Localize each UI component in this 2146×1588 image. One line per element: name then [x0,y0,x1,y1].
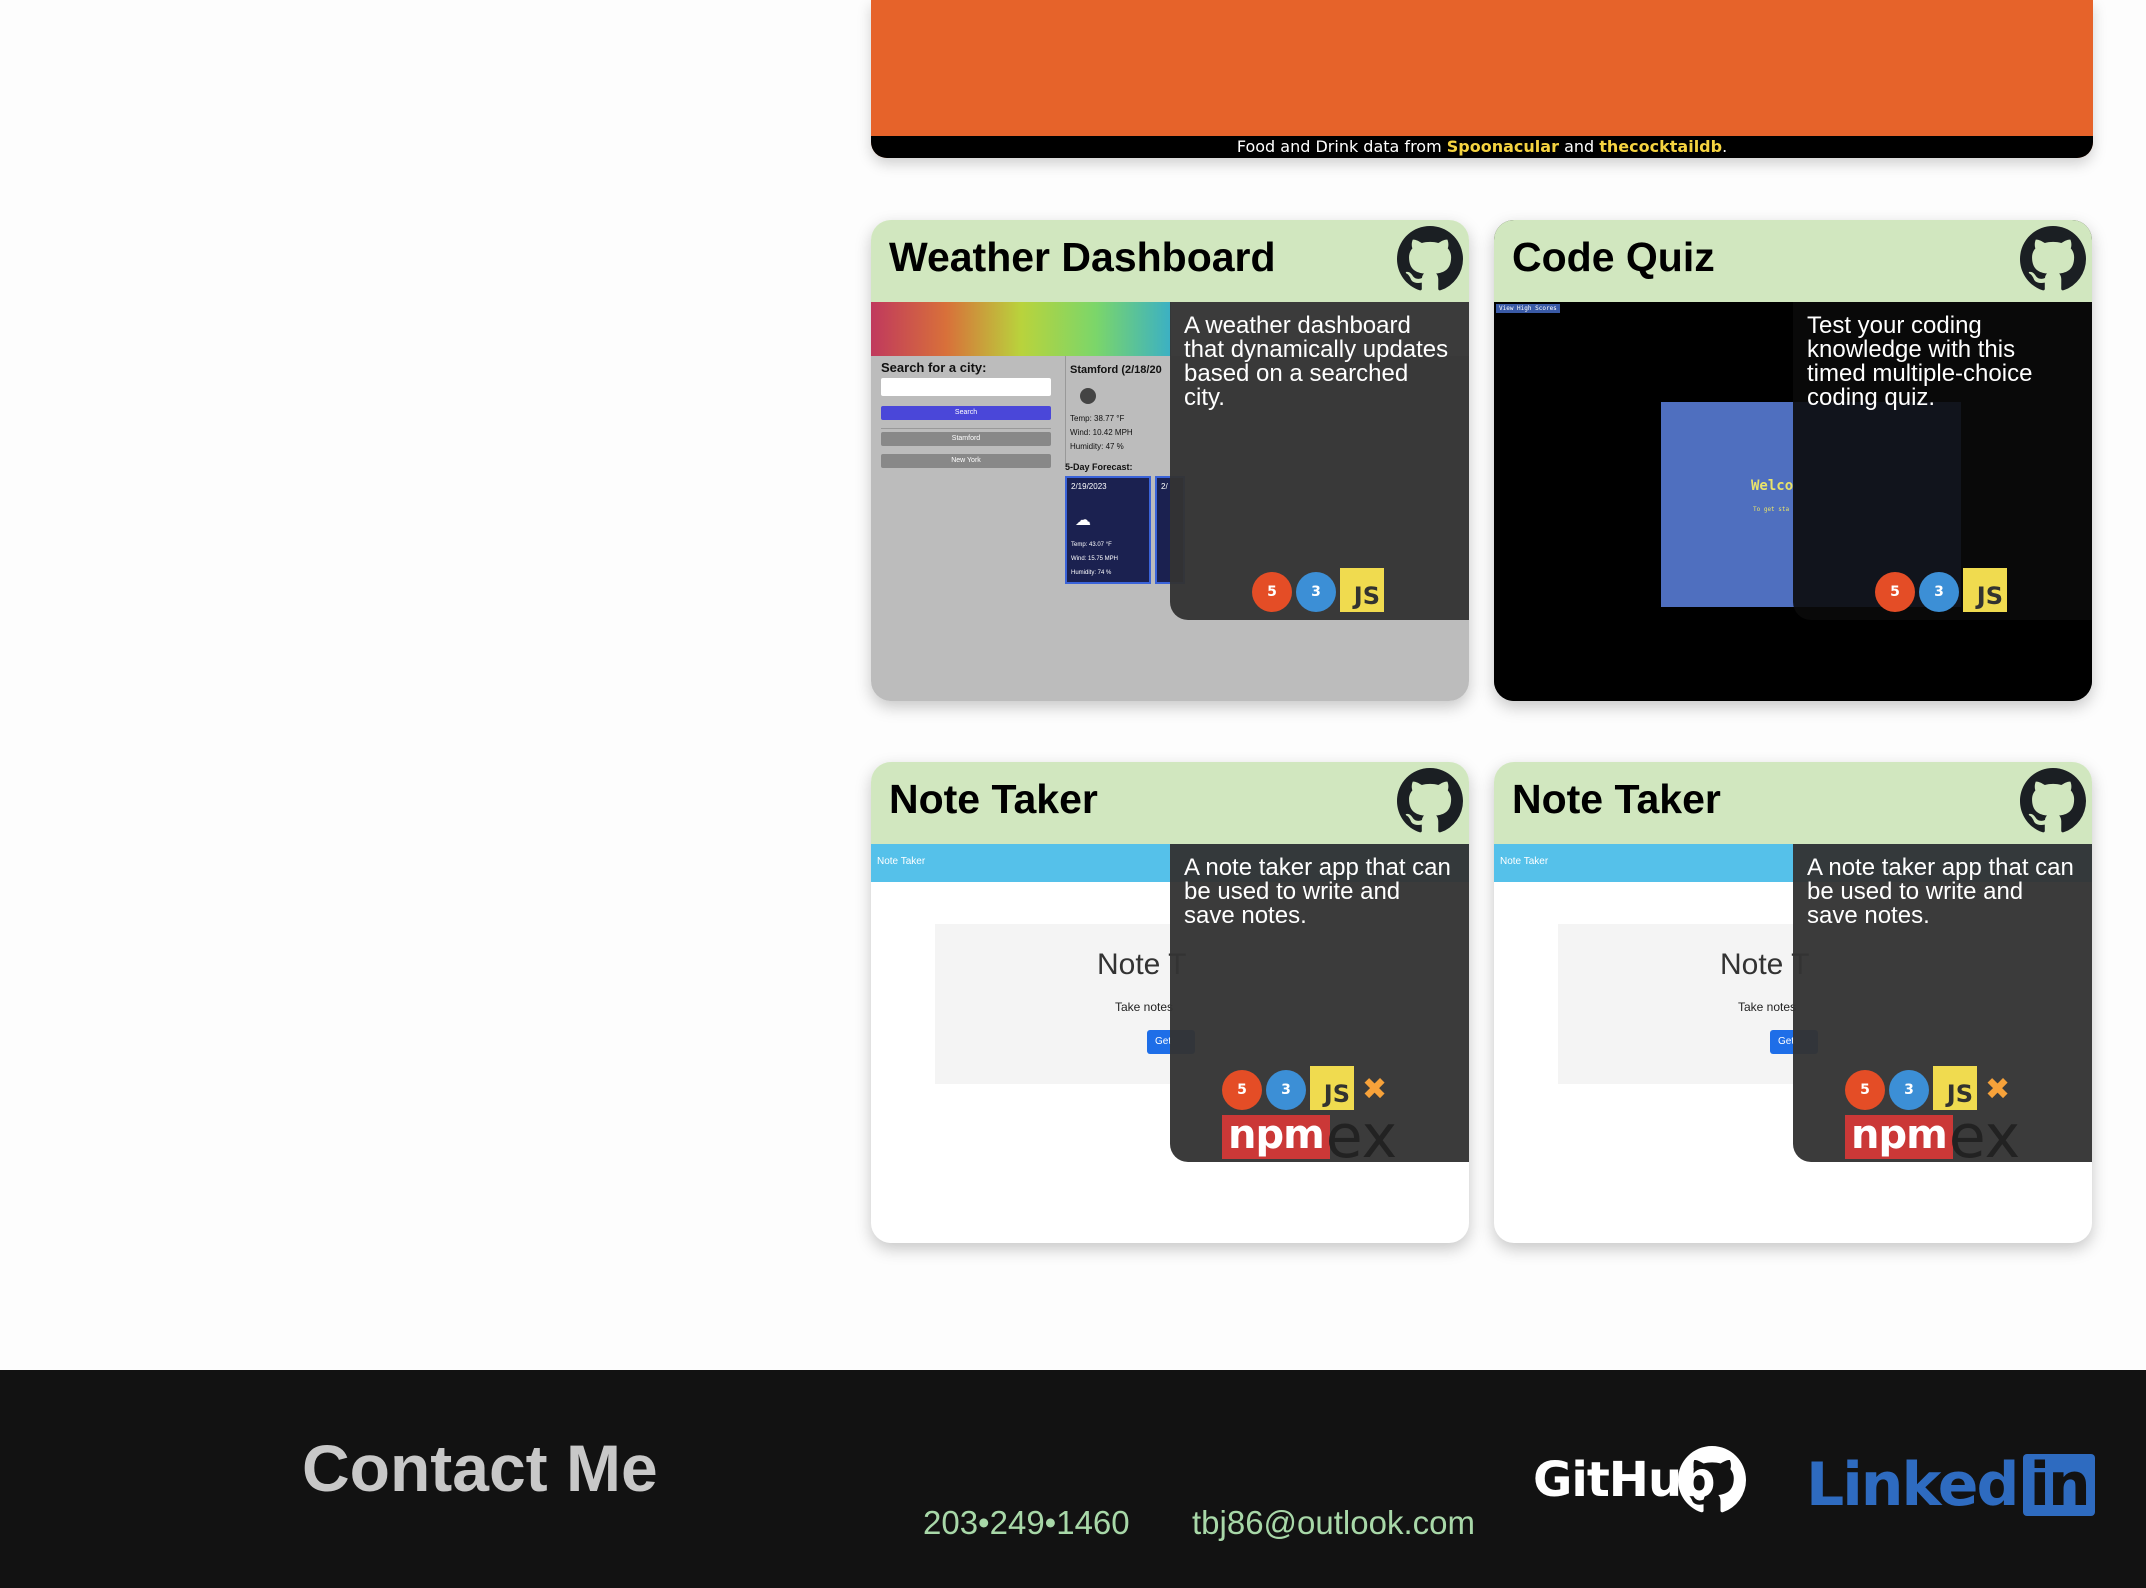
preview-sub: Take notes [1738,1000,1797,1014]
card-title: Note Taker [1512,776,1721,822]
search-label: Search for a city: [881,360,987,375]
css3-icon: 3 [1889,1070,1929,1110]
npm-express-logos: npm ex [1222,1102,1398,1172]
preview-nav-title: Note Taker [1500,856,1549,867]
project-card-note-taker[interactable]: Note Taker Note Taker Note T Take notes … [1494,762,2092,1243]
forecast-humidity: Humidity: 74 % [1071,570,1112,576]
project-description-overlay: A note taker app that can be used to wri… [1170,844,1469,1172]
credit-text: Food and Drink data from [1236,137,1442,156]
npm-icon: npm [1222,1115,1330,1159]
card-title: Weather Dashboard [889,234,1276,280]
html5-icon: 5 [1252,572,1292,612]
spoonacular-link[interactable]: Spoonacular [1447,137,1559,156]
github-icon [1678,1446,1746,1513]
linkedin-link[interactable]: Linked in [1806,1450,2095,1520]
project-description-overlay: A weather dashboard that dynamically upd… [1170,302,1469,620]
html5-icon: 5 [1222,1070,1262,1110]
project-description: Test your coding knowledge with this tim… [1807,312,2033,411]
linkedin-icon: in [2023,1454,2095,1516]
tech-stack: 5 3 JS [1875,568,2007,612]
search-input [881,378,1051,396]
current-weather: Stamford (2/18/20 Temp: 38.77 °F Wind: 1… [1065,356,1186,464]
divider [881,428,1051,429]
npm-icon: npm [1845,1115,1953,1159]
forecast-card: 2/19/2023 ☁ Temp: 43.07 °F Wind: 15.75 M… [1065,476,1151,584]
css3-icon: 3 [1919,572,1959,612]
preview-nav-title: Note Taker [877,856,926,867]
humidity-text: Humidity: 47 % [1070,442,1124,451]
project-description: A weather dashboard that dynamically upd… [1184,312,1449,411]
npm-express-logos: npm ex [1845,1102,2021,1172]
linkedin-wordmark: Linked [1806,1450,2019,1520]
express-wordmark: ex [1325,1102,1398,1172]
project-description-overlay: A note taker app that can be used to wri… [1793,844,2092,1172]
forecast-wind: Wind: 15.75 MPH [1071,556,1119,562]
history-item: New York [881,454,1051,468]
card-header: Weather Dashboard [871,220,1469,302]
project-description: A note taker app that can be used to wri… [1184,854,1451,929]
card-title: Code Quiz [1512,234,1715,280]
quiz-welcome: Welco [1751,478,1794,494]
project-card-food-drink[interactable]: Food and Drink data from Spoonacular and… [871,0,2093,158]
javascript-icon: JS [1340,568,1384,612]
tech-stack: 5 3 JS [1252,568,1384,612]
cloud-icon: ☁ [1075,512,1091,529]
forecast-date: 2/19/2023 [1071,482,1107,491]
project-description: A note taker app that can be used to wri… [1807,854,2074,929]
city-heading: Stamford (2/18/20 [1070,364,1162,376]
html5-icon: 5 [1875,572,1915,612]
cocktaildb-link[interactable]: thecocktaildb [1599,137,1722,156]
github-icon[interactable] [1397,768,1463,834]
github-icon[interactable] [2020,226,2086,292]
wind-text: Wind: 10.42 MPH [1070,428,1133,437]
preview-header [871,302,1171,356]
card-header: Note Taker [871,762,1469,844]
contact-footer: Contact Me 203•249•1460 tbj86@outlook.co… [0,1370,2146,1588]
email-link[interactable]: tbj86@outlook.com [1192,1504,1475,1542]
search-button: Search [881,406,1051,420]
phone-link[interactable]: 203•249•1460 [923,1504,1130,1542]
forecast-label: 5-Day Forecast: [1065,462,1133,472]
card-header: Note Taker [1494,762,2092,844]
card-header: Code Quiz [1494,220,2092,302]
preview-sub: Take notes [1115,1000,1174,1014]
contact-title: Contact Me [302,1431,658,1505]
credit-period: . [1722,137,1728,156]
card-title: Note Taker [889,776,1098,822]
project-card-weather[interactable]: Weather Dashboard Search for a city: Sea… [871,220,1469,701]
api-credit: Food and Drink data from Spoonacular and… [871,136,2093,158]
forecast-date: 2/ [1161,482,1168,491]
weather-icon [1080,388,1096,404]
github-icon[interactable] [1397,226,1463,292]
history-item: Stamford [881,432,1051,446]
github-icon[interactable] [2020,768,2086,834]
express-wordmark: ex [1948,1102,2021,1172]
javascript-icon: JS [1963,568,2007,612]
css3-icon: 3 [1266,1070,1306,1110]
project-card-code-quiz[interactable]: Code Quiz View High Scores Welco To get … [1494,220,2092,701]
project-description-overlay: Test your coding knowledge with this tim… [1793,302,2092,620]
credit-text-and: and [1564,137,1595,156]
project-card-note-taker[interactable]: Note Taker Note Taker Note T Take notes … [871,762,1469,1243]
quiz-sub: To get sta [1753,506,1790,513]
high-scores-link: View High Scores [1496,304,1560,313]
temp-text: Temp: 38.77 °F [1070,414,1125,423]
forecast-temp: Temp: 43.07 °F [1071,542,1112,548]
html5-icon: 5 [1845,1070,1885,1110]
css3-icon: 3 [1296,572,1336,612]
